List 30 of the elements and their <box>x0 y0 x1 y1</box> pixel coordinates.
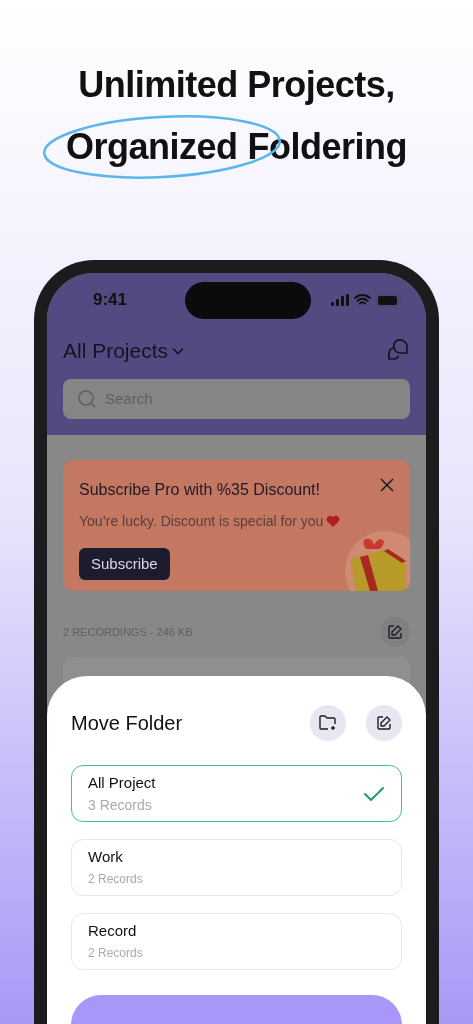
heart-icon <box>326 515 341 528</box>
folder-name: All Project <box>88 772 156 793</box>
search-icon <box>77 389 97 409</box>
folder-name: Work <box>88 846 124 867</box>
edit-icon <box>387 624 403 640</box>
sheet-title: Move Folder <box>71 711 183 736</box>
status-time: 9:41 <box>93 289 129 312</box>
folder-count: 2 Records <box>88 944 143 962</box>
edit-button[interactable] <box>380 617 410 647</box>
close-icon[interactable] <box>380 478 394 492</box>
headline-highlight: Organized <box>66 126 238 167</box>
signal-icon <box>331 294 349 306</box>
folder-count: 3 Records <box>88 795 153 815</box>
folder-plus-icon <box>319 715 337 731</box>
promo-title: Subscribe Pro with %35 Discount! <box>79 480 320 500</box>
subscribe-button[interactable]: Subscribe <box>79 548 170 580</box>
battery-icon <box>376 293 402 307</box>
check-icon <box>363 784 385 803</box>
chevron-down-icon <box>172 347 185 355</box>
wifi-icon <box>354 294 371 306</box>
promo-text: You’re lucky. Discount is special for you <box>79 512 324 531</box>
folder-option[interactable]: Work 2 Records <box>71 839 402 896</box>
folder-option[interactable]: All Project 3 Records <box>71 765 402 822</box>
headline: Unlimited Projects, <box>78 63 395 107</box>
folder-name: Record <box>88 920 138 941</box>
folder-count: 2 Records <box>88 870 143 888</box>
new-folder-button[interactable] <box>310 705 346 741</box>
edit-icon <box>376 715 392 731</box>
edit-button[interactable] <box>366 705 402 741</box>
folder-option[interactable]: Record 2 Records <box>71 913 402 970</box>
